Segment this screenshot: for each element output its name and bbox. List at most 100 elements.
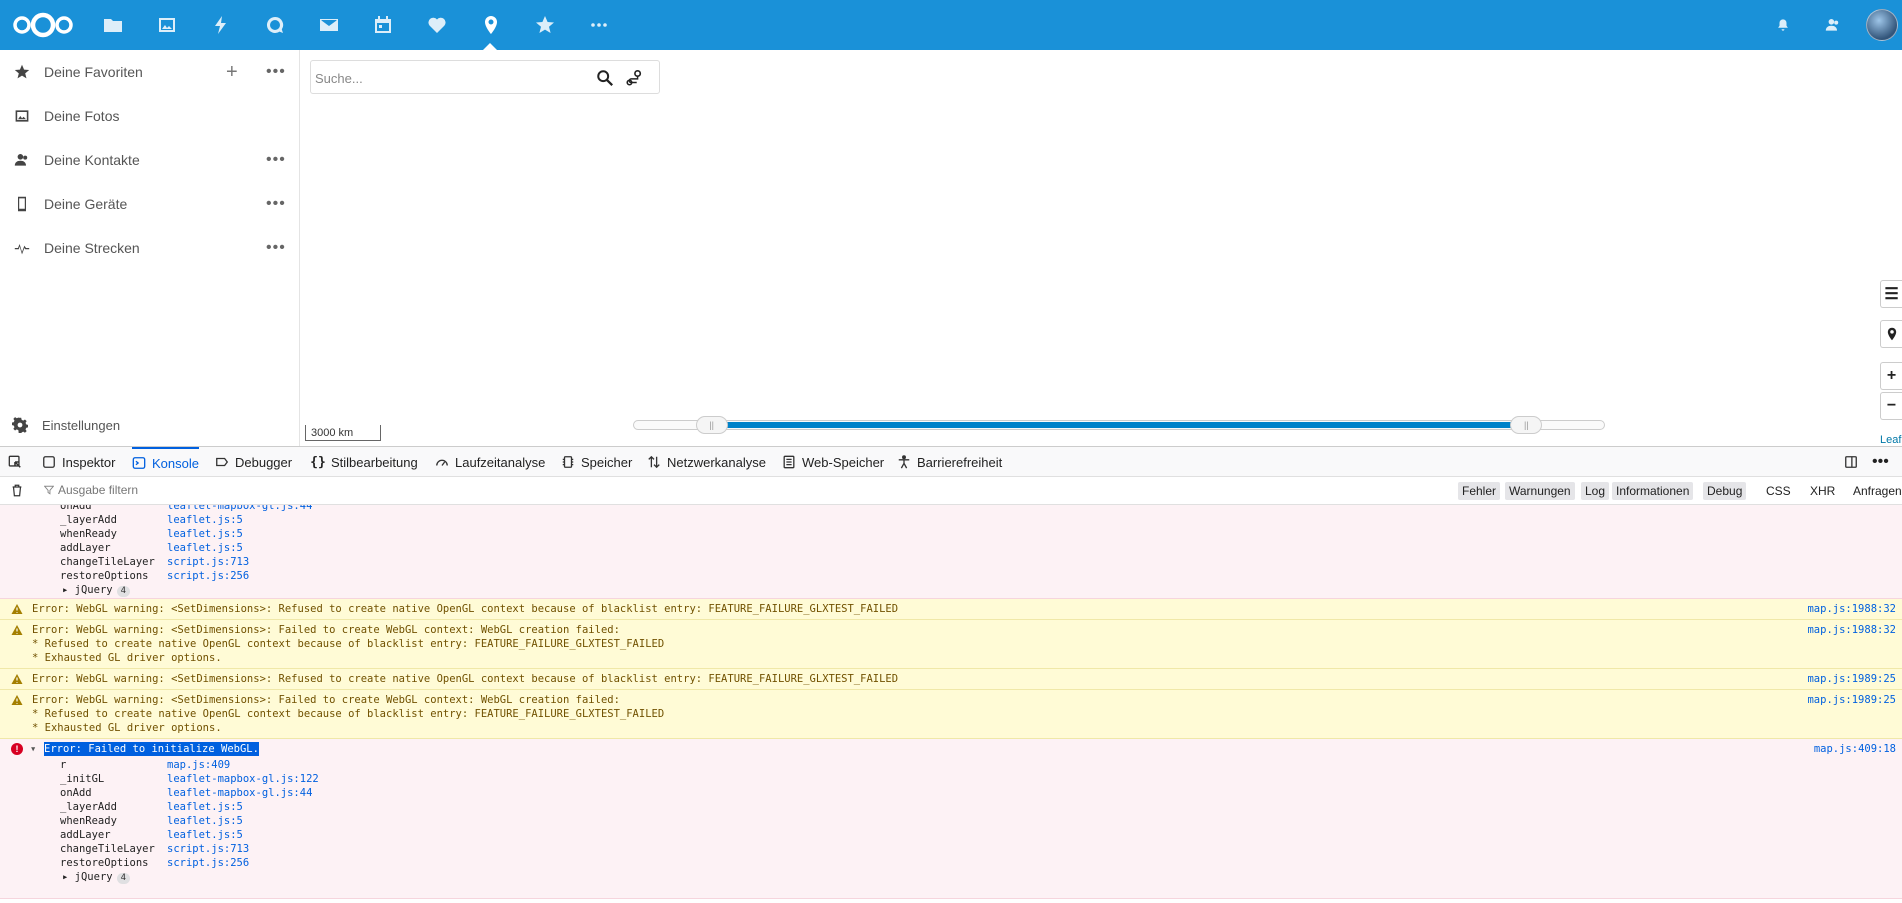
stack-source-link[interactable]: leaflet.js:5 xyxy=(167,828,243,842)
console-filter-bar: Ausgabe filtern Fehler Warnungen Log Inf… xyxy=(0,477,1902,505)
stack-source-link[interactable]: map.js:409 xyxy=(167,758,230,772)
stack-source-link[interactable]: leaflet.js:5 xyxy=(167,814,243,828)
phone-icon xyxy=(13,195,31,213)
more-apps-icon[interactable] xyxy=(586,12,612,38)
message-source-link[interactable]: map.js:409:18 xyxy=(1814,742,1896,756)
sidebar-item-contacts[interactable]: Deine Kontakte ••• xyxy=(0,140,299,180)
slider-handle-end[interactable]: || xyxy=(1510,416,1543,434)
sidebar-item-devices[interactable]: Deine Geräte ••• xyxy=(0,184,299,224)
stack-source-link[interactable]: script.js:256 xyxy=(167,856,249,870)
bookmarks-icon[interactable] xyxy=(532,12,558,38)
tab-memory[interactable]: Speicher xyxy=(561,447,632,477)
slider-handle-start[interactable]: || xyxy=(695,416,728,434)
element-picker-icon[interactable] xyxy=(8,447,28,477)
photos-icon[interactable] xyxy=(154,12,180,38)
files-icon[interactable] xyxy=(100,12,126,38)
add-favorite-button[interactable]: + xyxy=(226,61,238,84)
filter-log-button[interactable]: Log xyxy=(1581,482,1610,500)
zoom-out-button[interactable]: − xyxy=(1880,392,1902,420)
console-output[interactable]: onAdd leaflet-mapbox-gl.js:44 _layerAdd … xyxy=(0,505,1902,903)
search-input[interactable] xyxy=(315,67,585,89)
error-icon: ! xyxy=(11,743,23,755)
slider-range-fill xyxy=(711,422,1527,428)
mail-icon[interactable] xyxy=(316,12,342,38)
gear-icon xyxy=(12,417,28,433)
sidebar-item-label: Deine Kontakte xyxy=(44,152,140,168)
network-arrows-icon xyxy=(647,455,661,469)
tab-debugger[interactable]: Debugger xyxy=(215,447,292,477)
stack-source-link[interactable]: leaflet.js:5 xyxy=(167,513,243,527)
filter-debug-button[interactable]: Debug xyxy=(1703,482,1747,500)
debugger-icon xyxy=(215,455,229,469)
stack-source-link[interactable]: leaflet.js:5 xyxy=(167,541,243,555)
sidebar-item-tracks[interactable]: Deine Strecken ••• xyxy=(0,228,299,268)
leaflet-attribution-link[interactable]: Leaf xyxy=(1880,434,1901,446)
stack-source-link[interactable]: leaflet-mapbox-gl.js:44 xyxy=(167,786,312,800)
more-actions-button[interactable]: ••• xyxy=(266,151,286,169)
console-error-stack-partial: onAdd leaflet-mapbox-gl.js:44 _layerAdd … xyxy=(0,505,1902,599)
devtools-menu-icon[interactable]: ••• xyxy=(1872,447,1889,477)
contacts-menu-icon[interactable] xyxy=(1820,12,1846,38)
zoom-in-button[interactable]: + xyxy=(1880,362,1902,390)
jquery-frame-toggle[interactable]: ▸ jQuery 4 xyxy=(62,870,131,884)
calendar-icon[interactable] xyxy=(370,12,396,38)
user-avatar[interactable] xyxy=(1866,9,1898,41)
talk-icon[interactable] xyxy=(262,12,288,38)
sidebar-item-label: Deine Favoriten xyxy=(44,64,143,80)
location-icon[interactable] xyxy=(1880,320,1902,348)
jquery-frame-toggle[interactable]: ▸ jQuery 4 xyxy=(62,583,131,597)
trash-icon[interactable] xyxy=(10,483,24,498)
contacts-icon xyxy=(13,151,31,169)
tab-style-editor[interactable]: {} Stilbearbeitung xyxy=(310,447,418,477)
message-source-link[interactable]: map.js:1988:32 xyxy=(1807,602,1896,616)
map-container[interactable]: || || 3000 km ☰ + − Leaf xyxy=(300,50,1902,446)
sidebar-item-favorites[interactable]: Deine Favoriten + ••• xyxy=(0,52,299,92)
filter-output-input[interactable]: Ausgabe filtern xyxy=(58,483,138,497)
favorites-icon[interactable] xyxy=(424,12,450,38)
sidebar-item-label: Deine Geräte xyxy=(44,196,128,212)
stack-source-link[interactable]: script.js:713 xyxy=(167,842,249,856)
stack-source-link[interactable]: leaflet.js:5 xyxy=(167,527,243,541)
more-actions-button[interactable]: ••• xyxy=(266,239,286,257)
sidebar-item-photos[interactable]: Deine Fotos xyxy=(0,96,299,136)
filter-xhr-button[interactable]: XHR xyxy=(1806,482,1839,500)
warning-icon xyxy=(11,625,23,635)
stack-source-link[interactable]: script.js:256 xyxy=(167,569,249,583)
stack-source-link[interactable]: leaflet-mapbox-gl.js:122 xyxy=(167,772,319,786)
settings-button[interactable]: Einstellungen xyxy=(0,405,299,445)
tab-performance[interactable]: Laufzeitanalyse xyxy=(435,447,545,477)
tab-inspector[interactable]: Inspektor xyxy=(42,447,115,477)
braces-icon: {} xyxy=(310,454,326,470)
search-icon[interactable] xyxy=(596,69,614,87)
more-actions-button[interactable]: ••• xyxy=(266,63,286,81)
route-icon[interactable] xyxy=(625,69,643,87)
inspector-icon xyxy=(42,455,56,469)
filter-css-button[interactable]: CSS xyxy=(1762,482,1795,500)
nextcloud-logo[interactable] xyxy=(12,11,74,39)
tab-accessibility[interactable]: Barrierefreiheit xyxy=(897,447,1002,477)
search-box xyxy=(310,60,660,94)
tab-console[interactable]: Konsole xyxy=(132,447,199,477)
time-range-slider[interactable]: || || xyxy=(633,416,1605,434)
tab-storage[interactable]: Web-Speicher xyxy=(782,447,884,477)
message-source-link[interactable]: map.js:1989:25 xyxy=(1807,693,1896,707)
more-actions-button[interactable]: ••• xyxy=(266,195,286,213)
notifications-icon[interactable] xyxy=(1770,12,1796,38)
filter-requests-button[interactable]: Anfragen xyxy=(1849,482,1902,500)
tab-network[interactable]: Netzwerkanalyse xyxy=(647,447,766,477)
filter-warnings-button[interactable]: Warnungen xyxy=(1505,482,1575,500)
expand-triangle-icon[interactable]: ▾ xyxy=(30,742,36,756)
stack-source-link[interactable]: leaflet.js:5 xyxy=(167,800,243,814)
stack-source-link[interactable]: leaflet-mapbox-gl.js:44 xyxy=(167,505,312,513)
dock-toggle-icon[interactable] xyxy=(1844,447,1864,477)
message-source-link[interactable]: map.js:1988:32 xyxy=(1807,623,1896,637)
layers-menu-icon[interactable]: ☰ xyxy=(1880,280,1902,308)
console-warning: Error: WebGL warning: <SetDimensions>: R… xyxy=(0,669,1902,690)
message-source-link[interactable]: map.js:1989:25 xyxy=(1807,672,1896,686)
stack-source-link[interactable]: script.js:713 xyxy=(167,555,249,569)
maps-icon[interactable] xyxy=(478,12,504,38)
error-message[interactable]: Error: Failed to initialize WebGL. xyxy=(44,742,259,756)
filter-info-button[interactable]: Informationen xyxy=(1612,482,1694,500)
activity-icon[interactable] xyxy=(208,12,234,38)
filter-errors-button[interactable]: Fehler xyxy=(1458,482,1501,500)
